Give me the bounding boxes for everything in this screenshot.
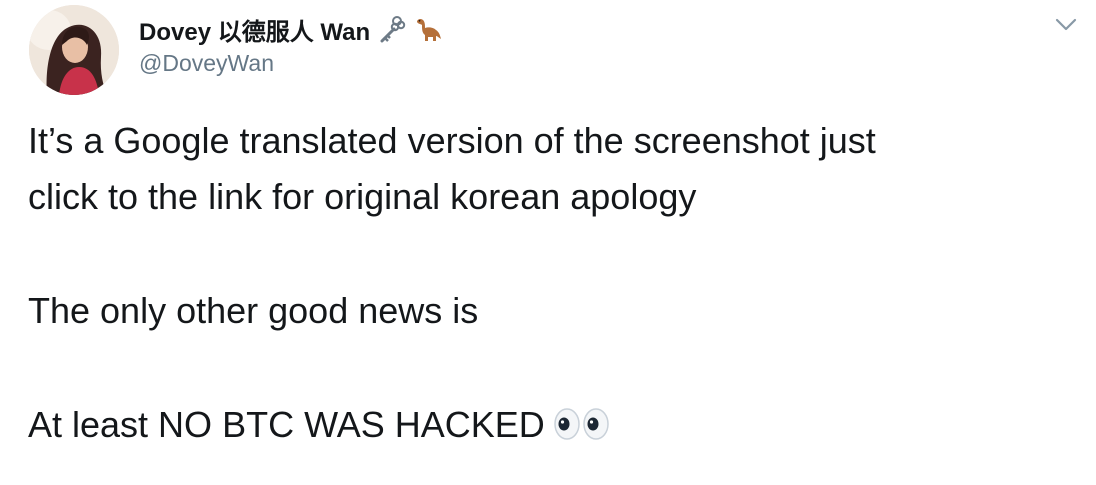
sauropod-icon [414,15,442,43]
avatar[interactable] [29,5,119,95]
tweet-text-line: The only other good news is [28,290,479,331]
tweet-text-final: At least NO BTC WAS HACKED [28,404,545,445]
tweet-text-line: It’s a Google translated version of the … [28,120,876,161]
author-name-row[interactable]: Dovey 以德服人 Wan [139,12,442,47]
chevron-down-icon[interactable] [1054,14,1078,34]
display-name[interactable]: Dovey 以德服人 Wan [139,12,370,47]
tweet-text-line-final: At least NO BTC WAS HACKED [28,398,611,452]
tweet-card: Dovey 以德服人 Wan @DoveyWan It’s a Google t… [0,0,1096,485]
author-handle[interactable]: @DoveyWan [139,50,274,77]
tweet-text-line: click to the link for original korean ap… [28,176,697,217]
old-key-icon [378,15,406,43]
eyes-icon [553,407,611,441]
